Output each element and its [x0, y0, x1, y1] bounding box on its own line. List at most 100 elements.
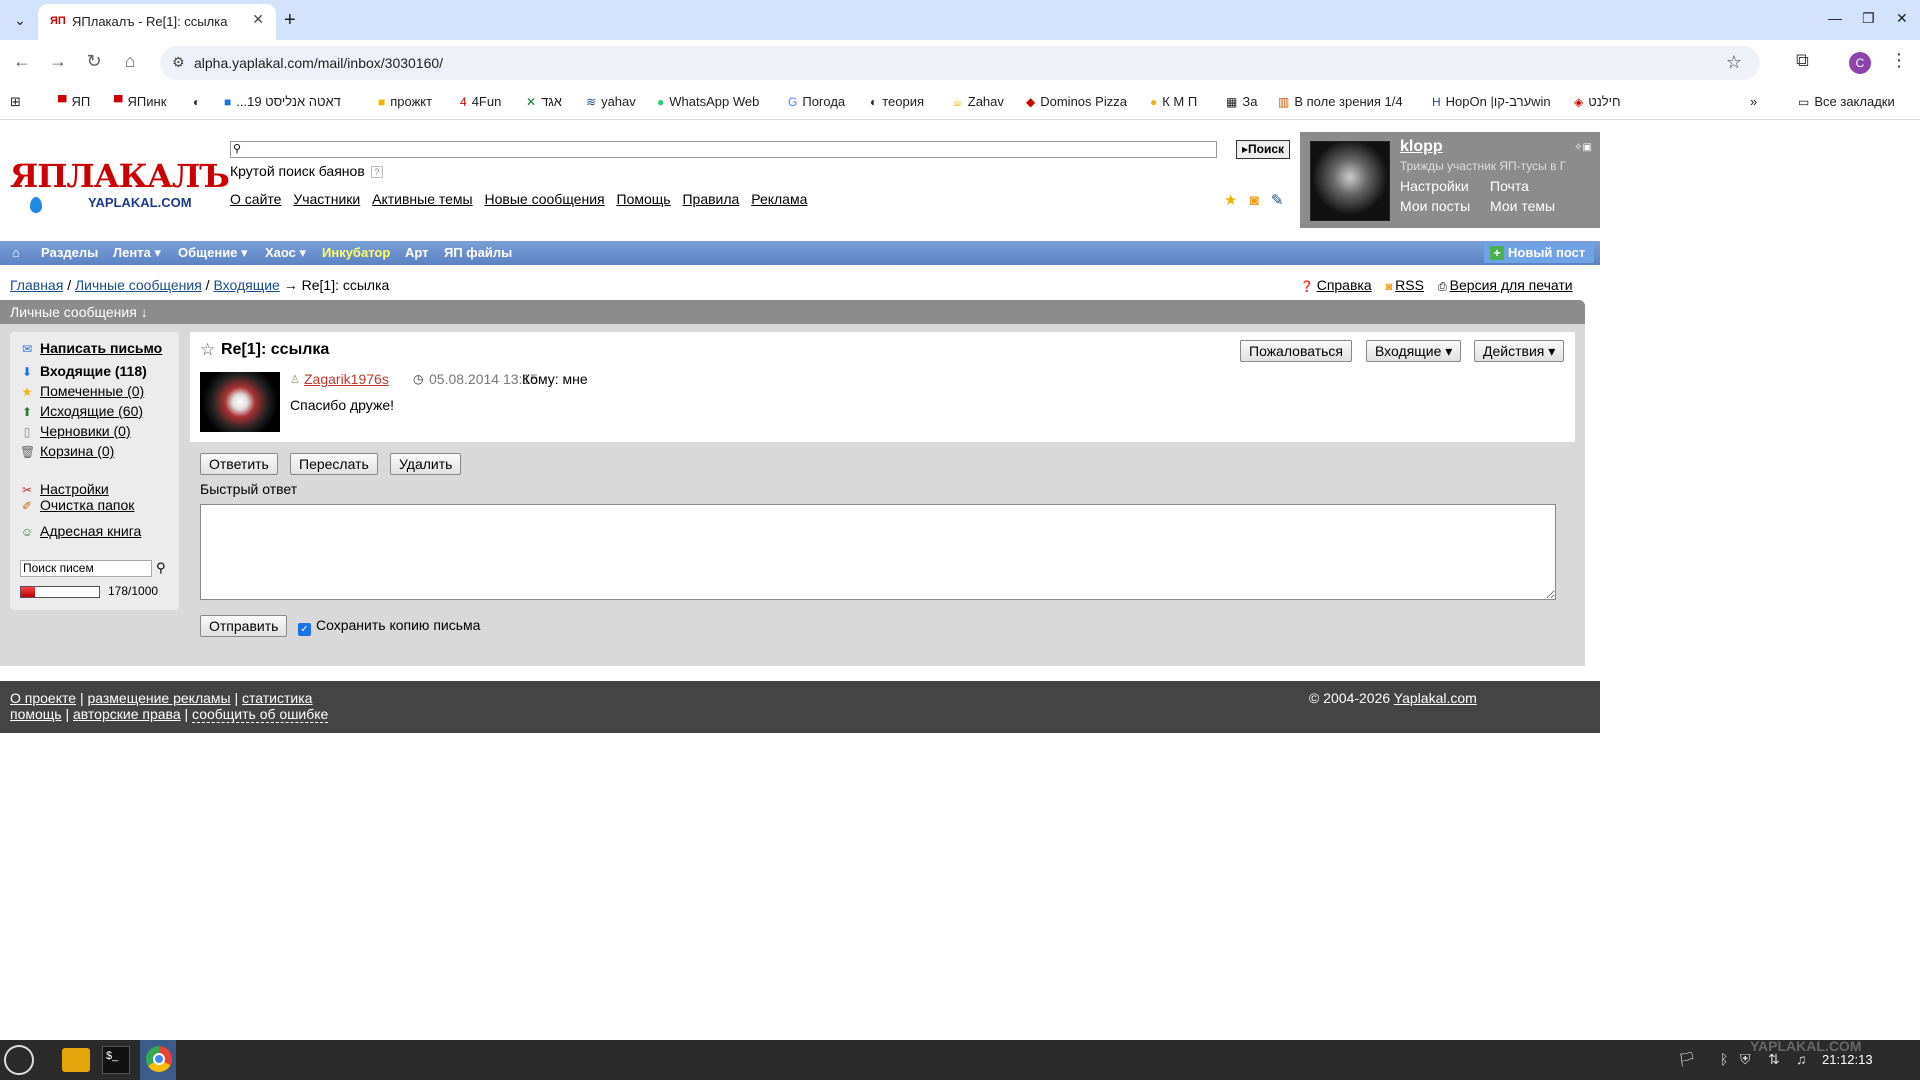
address-book-link[interactable]: ☺ Адресная книга: [20, 523, 141, 539]
new-post-button[interactable]: + Новый пост: [1484, 243, 1594, 263]
nav-feed[interactable]: Лента ▾: [113, 245, 161, 261]
chrome-taskbar-item[interactable]: [140, 1040, 176, 1080]
nav-incubator[interactable]: Инкубатор: [322, 245, 390, 260]
folder-starred[interactable]: ★ Помеченные (0): [20, 383, 145, 399]
bookmark-item[interactable]: ☕ Zahav: [952, 94, 1004, 109]
folder-inbox[interactable]: ⬇ Входящие (118): [20, 363, 147, 379]
link-help[interactable]: Помощь: [617, 191, 671, 207]
sender-avatar[interactable]: [200, 372, 280, 432]
nav-sections[interactable]: Разделы: [41, 245, 98, 260]
tab-search-chevron-icon[interactable]: ⌄: [8, 8, 32, 32]
actions-dropdown[interactable]: Действия ▾: [1474, 340, 1565, 362]
home-icon[interactable]: ⌂: [12, 245, 20, 260]
forward-arrow-icon[interactable]: →: [46, 51, 70, 72]
restore-icon[interactable]: ❐: [1862, 10, 1875, 27]
link-new-messages[interactable]: Новые сообщения: [485, 191, 605, 207]
minimize-icon[interactable]: —: [1828, 10, 1842, 26]
bookmark-item[interactable]: ◐: [193, 94, 205, 109]
bookmark-item[interactable]: ◐ теория: [870, 94, 924, 109]
file-manager-icon[interactable]: [62, 1048, 90, 1072]
footer-copyright-link[interactable]: авторские права: [73, 706, 181, 722]
shield-icon[interactable]: ⛨: [1740, 1051, 1751, 1068]
footer-help[interactable]: помощь: [10, 706, 62, 722]
link-active-topics[interactable]: Активные темы: [372, 191, 473, 207]
bookmark-item[interactable]: 4 4Fun: [460, 94, 501, 109]
forward-button[interactable]: Переслать: [290, 453, 378, 475]
back-arrow-icon[interactable]: ←: [10, 51, 34, 72]
favorites-star-icon[interactable]: ★: [1224, 192, 1237, 209]
link-print[interactable]: Версия для печати: [1450, 277, 1573, 293]
footer-site-link[interactable]: Yaplakal.com: [1394, 690, 1477, 706]
delete-button[interactable]: Удалить: [390, 453, 462, 475]
report-button[interactable]: Пожаловаться: [1240, 340, 1353, 362]
bookmark-item[interactable]: ■ ...דאטה אנליסט 19: [224, 94, 341, 109]
footer-ads[interactable]: размещение рекламы: [87, 690, 230, 706]
bookmark-item[interactable]: ● WhatsApp Web: [657, 94, 759, 109]
clean-folders-link[interactable]: ✐ Очистка папок: [20, 497, 134, 513]
browser-menu-icon[interactable]: ⋮: [1890, 50, 1908, 71]
bookmark-item[interactable]: ▦ За: [1226, 94, 1257, 109]
save-copy-option[interactable]: ✓ Сохранить копию письма: [298, 617, 480, 636]
user-panel-toggle-icon[interactable]: ✧▣: [1574, 142, 1592, 153]
os-menu-icon[interactable]: [4, 1045, 34, 1075]
nav-art[interactable]: Арт: [405, 245, 429, 260]
site-search-input[interactable]: ⚲: [230, 141, 1217, 158]
footer-stats[interactable]: статистика: [242, 690, 312, 706]
footer-about[interactable]: О проекте: [10, 690, 76, 706]
bookmark-star-icon[interactable]: ☆: [1726, 52, 1742, 73]
address-bar[interactable]: ⚙ alpha.yaplakal.com/mail/inbox/3030160/…: [160, 46, 1760, 80]
nav-chaos[interactable]: Хаос ▾: [265, 245, 306, 261]
bookmark-item[interactable]: ■ прожкт: [378, 94, 432, 109]
attachment-clip-icon[interactable]: ✎: [1271, 192, 1284, 209]
move-folder-dropdown[interactable]: Входящие ▾: [1366, 340, 1462, 362]
mail-search-input[interactable]: Поиск писем: [20, 560, 152, 577]
breadcrumb-inbox[interactable]: Входящие: [213, 277, 279, 293]
search-icon[interactable]: ⚲: [156, 560, 166, 576]
terminal-icon[interactable]: $_: [102, 1046, 130, 1074]
bookmark-item[interactable]: ▥ В поле зрения 1/4: [1278, 94, 1403, 109]
nav-social[interactable]: Общение ▾: [178, 245, 248, 261]
link-ads[interactable]: Реклама: [751, 191, 807, 207]
breadcrumb-pm[interactable]: Личные сообщения: [75, 277, 202, 293]
section-title[interactable]: Личные сообщения ↓: [0, 300, 1585, 324]
bookmark-item[interactable]: ◆ Dominos Pizza: [1026, 94, 1127, 109]
user-topics-link[interactable]: Мои темы: [1490, 198, 1555, 214]
folder-trash[interactable]: 🗑 Корзина (0): [20, 443, 114, 459]
breadcrumb-home[interactable]: Главная: [10, 277, 63, 293]
sender-name[interactable]: Zagarik1976s: [304, 371, 389, 387]
user-settings-link[interactable]: Настройки: [1400, 178, 1469, 194]
folder-sent[interactable]: ⬆ Исходящие (60): [20, 403, 143, 419]
reply-button[interactable]: Ответить: [200, 453, 278, 475]
bookmark-item[interactable]: ▀ ЯП: [58, 94, 90, 109]
nav-files[interactable]: ЯП файлы: [444, 245, 512, 260]
search-button[interactable]: ▸Поиск: [1236, 140, 1290, 159]
apps-grid-icon[interactable]: ⊞: [10, 94, 21, 110]
quick-reply-textarea[interactable]: [200, 504, 1556, 600]
rss-icon[interactable]: ◙: [1250, 192, 1259, 209]
mail-settings-link[interactable]: ✂ Настройки: [20, 481, 109, 497]
send-button[interactable]: Отправить: [200, 615, 288, 637]
site-info-icon[interactable]: ⚙: [172, 54, 185, 71]
extensions-icon[interactable]: ⧉: [1796, 50, 1809, 71]
bookmark-item[interactable]: G Погода: [788, 94, 845, 109]
profile-avatar[interactable]: C: [1849, 52, 1871, 74]
user-name[interactable]: klopp: [1400, 138, 1443, 156]
close-window-icon[interactable]: ✕: [1896, 10, 1908, 27]
user-avatar[interactable]: [1310, 141, 1390, 221]
link-members[interactable]: Участники: [293, 191, 360, 207]
home-icon[interactable]: ⌂: [118, 51, 142, 72]
bookmark-item[interactable]: ✕ אגד: [526, 94, 562, 109]
folder-drafts[interactable]: ▯ Черновики (0): [20, 423, 131, 439]
tab-close-icon[interactable]: ✕: [252, 11, 264, 28]
bookmark-item[interactable]: ◈ חילנט: [1574, 94, 1621, 109]
new-tab-plus-icon[interactable]: +: [284, 8, 296, 32]
bookmark-item[interactable]: ≋ yahav: [586, 94, 636, 109]
clock-time[interactable]: 21:12:13: [1822, 1052, 1873, 1067]
bluetooth-icon[interactable]: ᛒ: [1720, 1051, 1728, 1067]
footer-report-error[interactable]: сообщить об ошибке: [192, 706, 329, 723]
reload-icon[interactable]: ↻: [82, 51, 106, 72]
all-bookmarks[interactable]: ▭ Все закладки: [1798, 94, 1895, 109]
site-logo[interactable]: ЯПЛАКАЛЪ YAPLAKAL.COM: [10, 157, 230, 217]
browser-tab-active[interactable]: ЯП ЯПлакалъ - Re[1]: ссылка ✕: [38, 4, 276, 40]
link-rss[interactable]: RSS: [1395, 277, 1424, 293]
